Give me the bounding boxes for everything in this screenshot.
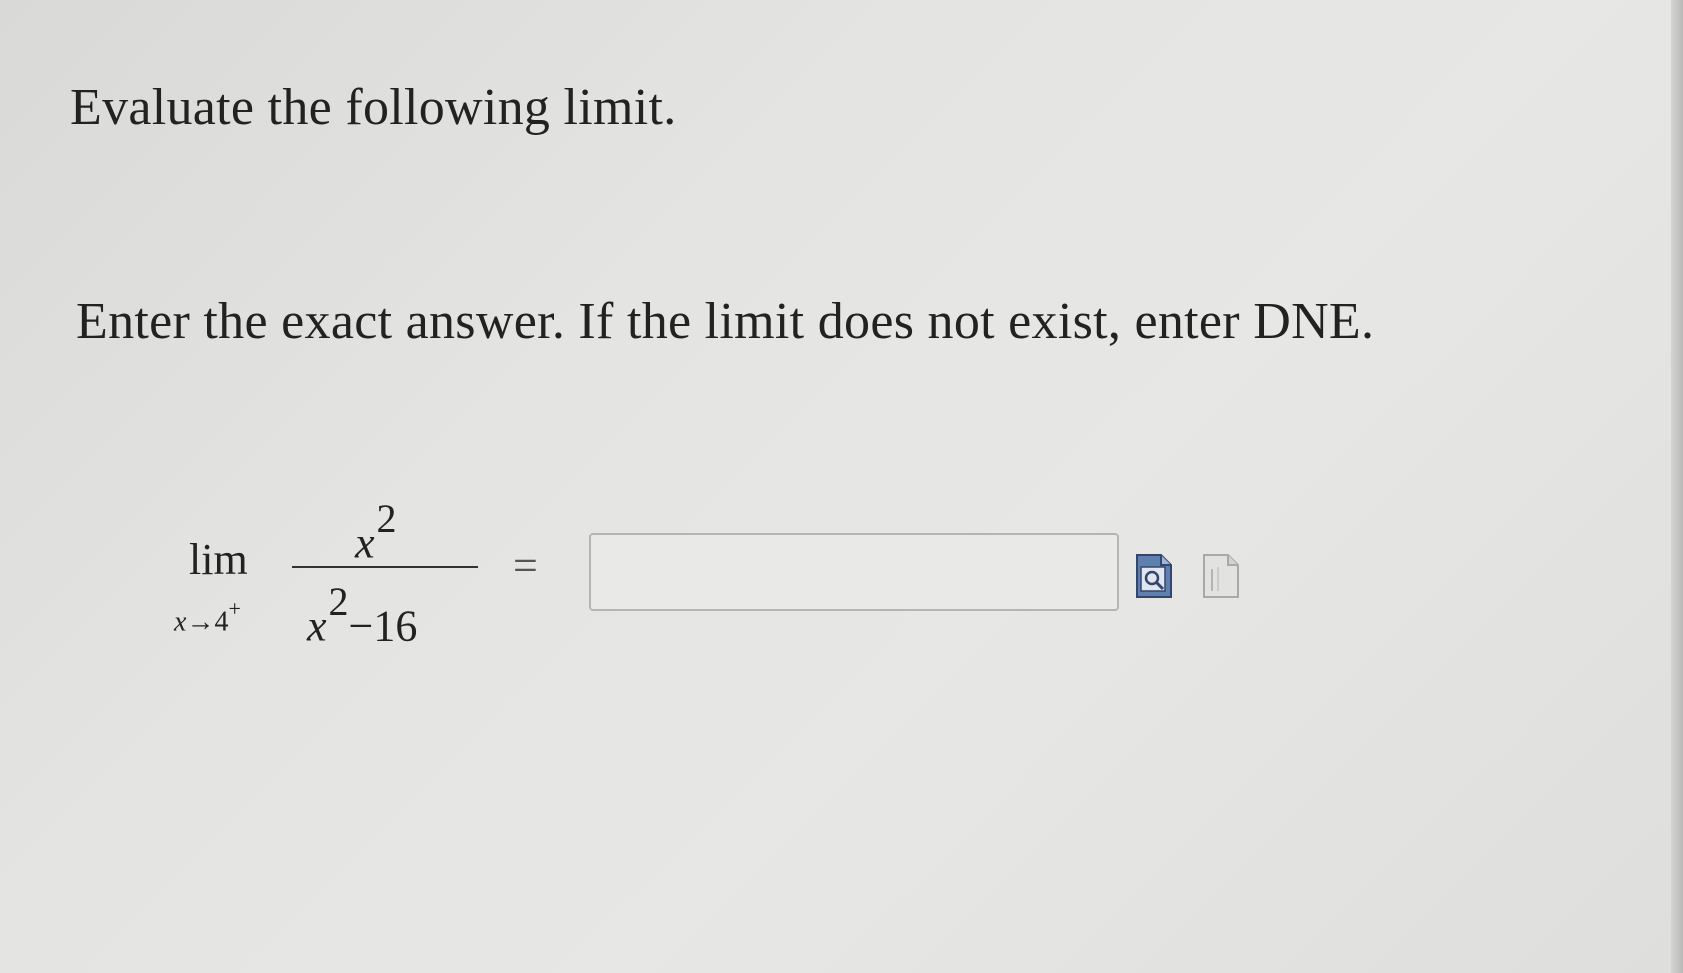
fraction-bar (292, 566, 478, 568)
numerator-exponent: 2 (376, 496, 397, 541)
lim-variable: x (174, 606, 187, 638)
lim-approach-value: 4 (214, 606, 229, 638)
fraction-denominator: x2−16 (307, 579, 418, 652)
numerator-base: x (355, 518, 375, 568)
fraction-numerator: x2 (355, 496, 397, 569)
question-title: Evaluate the following limit. (70, 79, 677, 136)
answer-input[interactable] (589, 533, 1119, 611)
denominator-exponent: 2 (328, 579, 349, 624)
screen-edge (1671, 0, 1683, 973)
equals-sign: = (513, 541, 538, 590)
lim-approach-side: + (228, 596, 241, 621)
denominator-constant: −16 (348, 601, 418, 651)
lim-operator: lim (189, 535, 248, 584)
lim-arrow: → (186, 606, 215, 638)
preview-search-icon[interactable] (1135, 553, 1173, 599)
lim-subscript: x→4+ (174, 596, 241, 638)
denominator-base: x (307, 601, 327, 651)
answer-instructions: Enter the exact answer. If the limit doe… (76, 293, 1375, 350)
help-document-icon[interactable] (1202, 553, 1240, 599)
